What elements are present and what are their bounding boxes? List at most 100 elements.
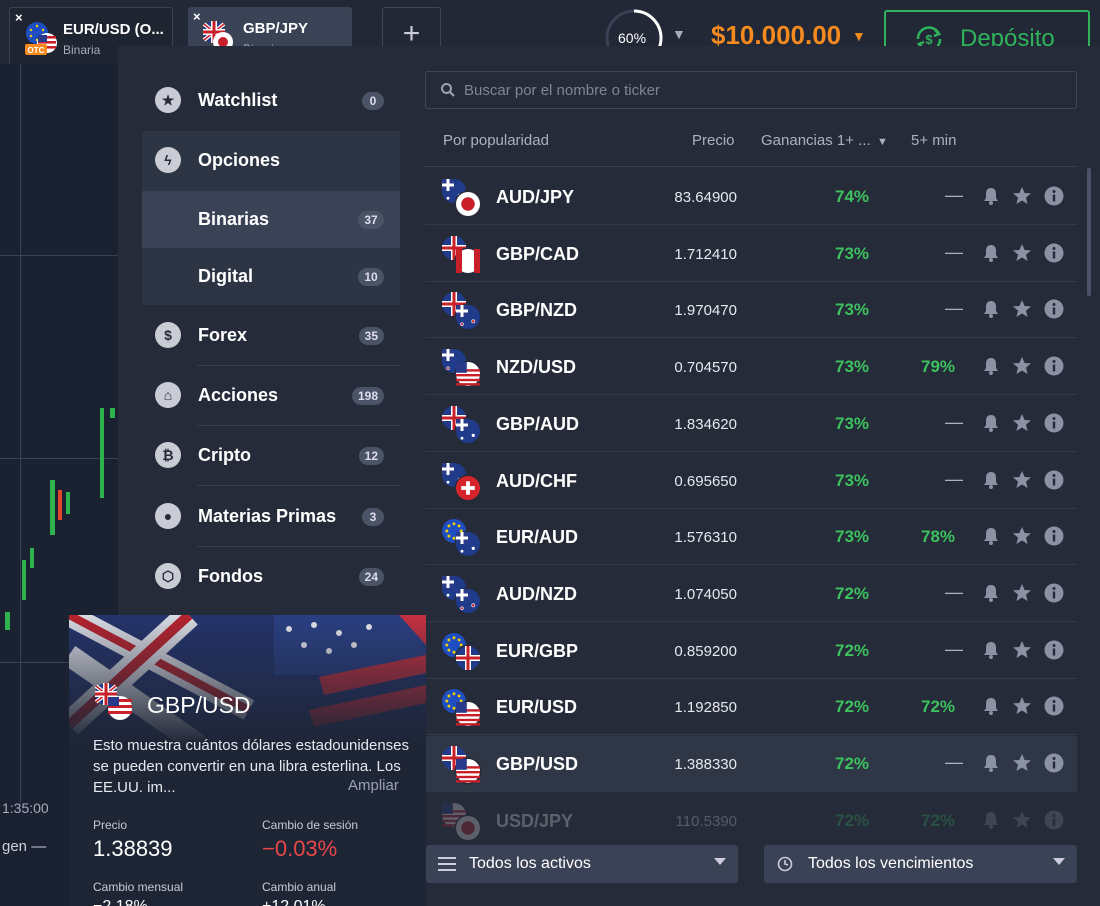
bell-icon[interactable] [982,413,1000,433]
candle [66,492,70,514]
category-acciones[interactable]: ⌂ Acciones 198 [155,366,400,426]
price-header[interactable]: Precio [692,132,735,149]
time-axis-label: 1:35:00 [2,800,49,816]
star-icon[interactable] [1012,413,1032,433]
asset-row[interactable]: GBP/AUD 1.834620 73% — [425,396,1077,452]
monthly-change-value: −2.18% [93,898,148,906]
asset-row[interactable]: EUR/AUD 1.576310 73% 78% [425,509,1077,566]
scrollbar[interactable] [1087,168,1091,296]
star-icon[interactable] [1012,640,1032,660]
sub-option-binarias[interactable]: Binarias 37 [142,191,400,248]
asset-row[interactable]: AUD/CHF 0.695650 73% — [425,453,1077,509]
info-icon[interactable] [1044,696,1064,716]
close-tab-icon[interactable]: × [15,10,23,25]
info-icon[interactable] [1044,186,1064,206]
star-icon[interactable] [1012,810,1032,830]
sort-desc-icon[interactable]: ▼ [877,136,888,148]
info-icon[interactable] [1044,753,1064,773]
gain-5min-value: — [945,468,963,489]
info-icon[interactable] [1044,413,1064,433]
chevron-down-icon[interactable]: ▼ [852,28,866,44]
session-change-label: Cambio de sesión [262,818,359,832]
asset-row[interactable]: AUD/JPY 83.64900 74% — [425,169,1077,225]
expand-link[interactable]: Ampliar [348,777,399,794]
bell-icon[interactable] [982,810,1000,830]
asset-row[interactable]: AUD/NZD 1.074050 72% — [425,566,1077,622]
asset-row[interactable]: NZD/USD 0.704570 73% 79% [425,339,1077,396]
close-tab-icon[interactable]: × [193,9,201,24]
bell-icon[interactable] [982,526,1000,546]
star-icon[interactable] [1012,696,1032,716]
assets-filter-dropdown[interactable]: Todos los activos [426,845,738,883]
gain-1min-header[interactable]: Ganancias 1+ ... [761,132,871,149]
category-fondos[interactable]: ⬡ Fondos 24 [155,547,400,607]
bell-icon[interactable] [982,696,1000,716]
gain-5min-value: — [945,581,963,602]
category-cripto[interactable]: ₿ Cripto 12 [155,426,400,486]
category-count: 198 [351,387,384,405]
tab-title: GBP/JPY [243,20,309,37]
asset-row[interactable]: EUR/USD 1.192850 72% 72% [425,679,1077,736]
bell-icon[interactable] [982,470,1000,490]
gain-5min-header[interactable]: 5+ min [911,132,956,149]
gb-us-flag-icon [94,683,132,720]
lightning-icon: ϟ [155,147,181,173]
bell-icon[interactable] [982,640,1000,660]
asset-row[interactable]: GBP/USD 1.388330 72% — [425,736,1077,792]
gain-1min-value: 72% [835,810,870,830]
info-icon[interactable] [1044,243,1064,263]
asset-row[interactable]: GBP/CAD 1.712410 73% — [425,226,1077,282]
bell-icon[interactable] [982,583,1000,603]
asset-row[interactable]: USD/JPY 110.5390 72% 72% [425,793,1077,849]
info-icon[interactable] [1044,526,1064,546]
star-icon[interactable] [1012,299,1032,319]
search-input[interactable] [464,80,1044,100]
bell-icon[interactable] [982,243,1000,263]
bell-icon[interactable] [982,753,1000,773]
star-icon[interactable] [1012,526,1032,546]
bell-icon[interactable] [982,299,1000,319]
category-count: 0 [362,92,384,110]
sub-option-digital[interactable]: Digital 10 [142,248,400,305]
card-title: GBP/USD [147,692,251,718]
category-forex[interactable]: $ Forex 35 [155,306,400,366]
bell-icon[interactable] [982,186,1000,206]
divider [425,166,1077,167]
grid-line [0,662,70,663]
sort-popularity-header[interactable]: Por popularidad [443,132,549,149]
price-label: Precio [93,818,128,832]
price-value: 1.38839 [93,836,173,861]
search-box[interactable] [425,71,1077,109]
star-icon: ★ [155,87,181,113]
gain-1min-value: 74% [835,187,870,206]
info-icon[interactable] [1044,583,1064,603]
star-icon[interactable] [1012,356,1032,376]
expiry-filter-dropdown[interactable]: Todos los vencimientos [764,845,1077,883]
asset-row[interactable]: EUR/GBP 0.859200 72% — [425,623,1077,679]
sub-option-label: Binarias [198,209,270,229]
info-icon[interactable] [1044,470,1064,490]
gain-1min-value: 73% [835,527,870,547]
star-icon[interactable] [1012,186,1032,206]
info-icon[interactable] [1044,810,1064,830]
gain-5min-value: — [945,752,963,772]
info-icon[interactable] [1044,640,1064,660]
category-materias-primas[interactable]: ● Materias Primas 3 [155,487,400,547]
chevron-down-icon[interactable]: ▼ [672,26,686,42]
info-icon[interactable] [1044,356,1064,376]
bell-icon[interactable] [982,356,1000,376]
star-icon[interactable] [1012,583,1032,603]
gain-1min-value: 73% [835,300,870,320]
asset-row[interactable]: GBP/NZD 1.970470 73% — [425,282,1077,339]
info-icon[interactable] [1044,299,1064,319]
star-icon[interactable] [1012,470,1032,490]
category-opciones[interactable]: ϟ Opciones [155,131,400,191]
dropdown-label: Todos los activos [469,855,591,872]
asset-price: 83.64900 [674,189,737,206]
star-icon[interactable] [1012,243,1032,263]
star-icon[interactable] [1012,753,1032,773]
asset-price: 0.704570 [674,359,737,377]
category-watchlist[interactable]: ★ Watchlist 0 [155,71,400,131]
asset-price: 1.970470 [674,302,737,320]
gain-5min-value: 72% [921,697,956,717]
